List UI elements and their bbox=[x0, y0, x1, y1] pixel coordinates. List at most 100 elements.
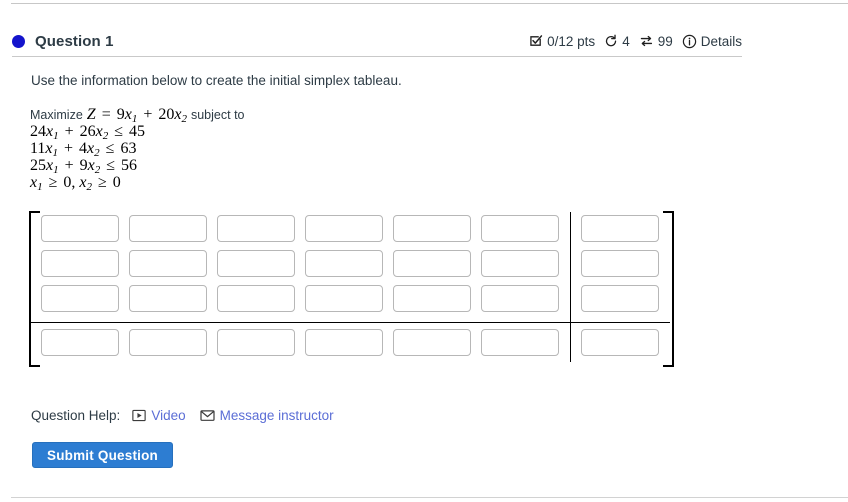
tableau-cell-input[interactable] bbox=[581, 215, 659, 242]
swap-arrows-icon bbox=[639, 34, 654, 48]
bottom-divider bbox=[11, 497, 848, 498]
objective-coeff-2: 20 bbox=[158, 106, 175, 123]
tableau-cell-input[interactable] bbox=[129, 250, 207, 277]
tableau-cell-input[interactable] bbox=[41, 285, 119, 312]
regenerate-value: 99 bbox=[657, 33, 673, 49]
tableau-cell-input[interactable] bbox=[481, 329, 559, 356]
constraint-x2: x bbox=[87, 157, 95, 174]
tableau-cell-input[interactable] bbox=[393, 329, 471, 356]
constraint-row: 25x1 + 9x2 ≤ 56 bbox=[30, 157, 245, 176]
tableau-row bbox=[41, 215, 659, 244]
nonneg-x2: x bbox=[79, 174, 87, 191]
tableau-cell-input[interactable] bbox=[305, 285, 383, 312]
question-prompt: Use the information below to create the … bbox=[31, 73, 402, 88]
tableau-cell-input[interactable] bbox=[217, 215, 295, 242]
attempts-group: 4 bbox=[604, 34, 630, 49]
constraint-plus: + bbox=[64, 123, 74, 140]
score-group: 0/12 pts bbox=[529, 34, 595, 49]
envelope-icon bbox=[200, 409, 215, 422]
tableau-cell-input[interactable] bbox=[217, 285, 295, 312]
question-header: Question 1 0/12 pts 4 99 Details bbox=[12, 26, 742, 56]
tableau-cell-input[interactable] bbox=[41, 250, 119, 277]
objective-variable: Z bbox=[86, 106, 96, 123]
constraint-rhs: 45 bbox=[129, 123, 146, 140]
video-help-link[interactable]: Video bbox=[132, 408, 186, 423]
objective-prefix: Maximize bbox=[30, 108, 83, 122]
objective-x2-sub: 2 bbox=[181, 113, 187, 125]
tableau-cell-input[interactable] bbox=[581, 285, 659, 312]
constraint-a: 25 bbox=[30, 157, 46, 174]
constraint-row: 24x1 + 26x2 ≤ 45 bbox=[30, 123, 245, 142]
undo-arrow-icon bbox=[604, 34, 618, 48]
top-divider bbox=[11, 3, 848, 4]
tableau-cell-input[interactable] bbox=[305, 215, 383, 242]
info-circle-icon bbox=[682, 34, 697, 49]
tableau-cell-input[interactable] bbox=[129, 285, 207, 312]
details-label: Details bbox=[700, 33, 742, 49]
tableau-cell-input[interactable] bbox=[393, 250, 471, 277]
tableau-cell-input[interactable] bbox=[217, 329, 295, 356]
objective-equals: = bbox=[101, 106, 111, 123]
score-value: 0/12 pts bbox=[547, 33, 596, 49]
nonneg-zero-2: 0 bbox=[112, 174, 121, 191]
objective-suffix: subject to bbox=[190, 108, 245, 122]
nonnegativity-row: x1 ≥ 0, x2 ≥ 0 bbox=[30, 174, 245, 193]
constraint-plus: + bbox=[64, 140, 74, 157]
nonneg-x2-sub: 2 bbox=[86, 181, 93, 193]
matrix-left-bracket bbox=[29, 211, 40, 367]
objective-plus: + bbox=[143, 106, 153, 123]
tableau-cell-input[interactable] bbox=[129, 329, 207, 356]
tableau-cell-input[interactable] bbox=[481, 215, 559, 242]
tableau-cell-input[interactable] bbox=[581, 250, 659, 277]
tableau-cell-input[interactable] bbox=[305, 329, 383, 356]
tableau-cell-input[interactable] bbox=[581, 329, 659, 356]
message-instructor-link[interactable]: Message instructor bbox=[200, 408, 334, 423]
tableau-cell-input[interactable] bbox=[481, 250, 559, 277]
constraint-b: 4 bbox=[79, 140, 88, 157]
constraint-relation: ≤ bbox=[105, 140, 115, 157]
objective-line: Maximize Z = 9x1 + 20x2 subject to bbox=[30, 106, 245, 125]
objective-coeff-1: 9 bbox=[116, 106, 125, 123]
constraint-a: 24 bbox=[30, 123, 46, 140]
tableau-cell-input[interactable] bbox=[217, 250, 295, 277]
tableau-cell-input[interactable] bbox=[393, 215, 471, 242]
tableau-row bbox=[41, 285, 659, 314]
video-play-icon bbox=[132, 409, 147, 422]
matrix-right-bracket bbox=[663, 211, 674, 367]
tableau-cell-input[interactable] bbox=[393, 285, 471, 312]
tableau-cell-input[interactable] bbox=[41, 329, 119, 356]
tableau-cell-input[interactable] bbox=[305, 250, 383, 277]
video-help-label: Video bbox=[151, 408, 186, 423]
attempts-value: 4 bbox=[622, 33, 630, 49]
question-help-label: Question Help: bbox=[31, 408, 121, 423]
matrix-horizontal-divider bbox=[31, 322, 670, 323]
tableau-row bbox=[41, 250, 659, 279]
constraint-x2: x bbox=[95, 123, 103, 140]
nonneg-x1-sub: 1 bbox=[37, 181, 43, 193]
tableau-cell-input[interactable] bbox=[129, 215, 207, 242]
objective-x1: x bbox=[124, 106, 132, 123]
constraint-relation: ≤ bbox=[106, 157, 116, 174]
constraint-rhs: 56 bbox=[121, 157, 138, 174]
nonneg-relation-2: ≥ bbox=[98, 174, 107, 191]
message-instructor-label: Message instructor bbox=[219, 408, 334, 423]
tableau-cell-input[interactable] bbox=[481, 285, 559, 312]
constraint-b: 9 bbox=[79, 157, 88, 174]
constraint-x1: x bbox=[45, 140, 53, 157]
tableau-cell-input[interactable] bbox=[41, 215, 119, 242]
question-meta: 0/12 pts 4 99 Details bbox=[529, 34, 742, 49]
nonneg-relation-1: ≥ bbox=[48, 174, 58, 191]
nonneg-comma: , bbox=[71, 174, 76, 191]
details-button[interactable]: Details bbox=[682, 34, 742, 49]
constraint-b: 26 bbox=[79, 123, 96, 140]
tableau-row bbox=[41, 329, 659, 358]
submit-question-button[interactable]: Submit Question bbox=[32, 442, 173, 468]
constraint-relation: ≤ bbox=[114, 123, 124, 140]
regenerate-group: 99 bbox=[639, 34, 673, 49]
constraint-row: 11x1 + 4x2 ≤ 63 bbox=[30, 140, 245, 159]
question-header-left: Question 1 bbox=[12, 33, 114, 50]
question-status-dot bbox=[12, 34, 25, 48]
constraint-plus: + bbox=[64, 157, 74, 174]
question-help-row: Question Help: Video Message instructor bbox=[31, 408, 348, 423]
constraint-rhs: 63 bbox=[120, 140, 137, 157]
